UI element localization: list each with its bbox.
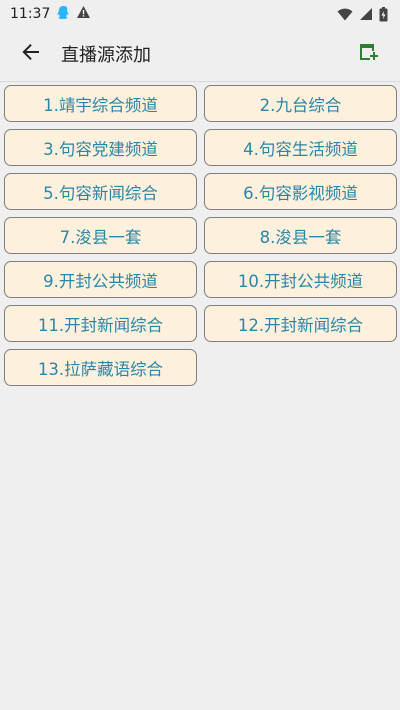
- channel-grid: 1.靖宇综合频道 2.九台综合 3.句容党建频道 4.句容生活频道 5.句容新闻…: [4, 85, 397, 386]
- signal-icon: [359, 7, 373, 21]
- page-title: 直播源添加: [61, 45, 151, 66]
- channel-chip[interactable]: 4.句容生活频道: [204, 129, 397, 166]
- back-button[interactable]: [9, 32, 53, 76]
- battery-icon: [379, 6, 388, 22]
- qq-icon: [56, 5, 70, 24]
- channel-chip[interactable]: 11.开封新闻综合: [4, 305, 197, 342]
- channel-chip[interactable]: 10.开封公共频道: [204, 261, 397, 298]
- arrow-left-icon: [21, 42, 41, 66]
- channel-chip[interactable]: 7.浚县一套: [4, 217, 197, 254]
- warning-icon: [76, 5, 91, 23]
- status-time: 11:37: [10, 6, 51, 22]
- status-right: [337, 6, 388, 22]
- app-bar-divider: [0, 81, 400, 82]
- status-bar: 11:37: [0, 0, 400, 28]
- channel-chip[interactable]: 13.拉萨藏语综合: [4, 349, 197, 386]
- channel-chip[interactable]: 3.句容党建频道: [4, 129, 197, 166]
- channel-chip[interactable]: 8.浚县一套: [204, 217, 397, 254]
- channel-chip[interactable]: 2.九台综合: [204, 85, 397, 122]
- status-left: 11:37: [10, 5, 91, 24]
- channel-chip[interactable]: 5.句容新闻综合: [4, 173, 197, 210]
- channel-chip[interactable]: 9.开封公共频道: [4, 261, 197, 298]
- add-playlist-icon: [357, 42, 379, 66]
- add-source-button[interactable]: [346, 32, 390, 76]
- wifi-icon: [337, 8, 353, 21]
- channel-chip[interactable]: 1.靖宇综合频道: [4, 85, 197, 122]
- channel-chip[interactable]: 6.句容影视频道: [204, 173, 397, 210]
- app-bar: 直播源添加: [0, 28, 400, 80]
- channel-chip[interactable]: 12.开封新闻综合: [204, 305, 397, 342]
